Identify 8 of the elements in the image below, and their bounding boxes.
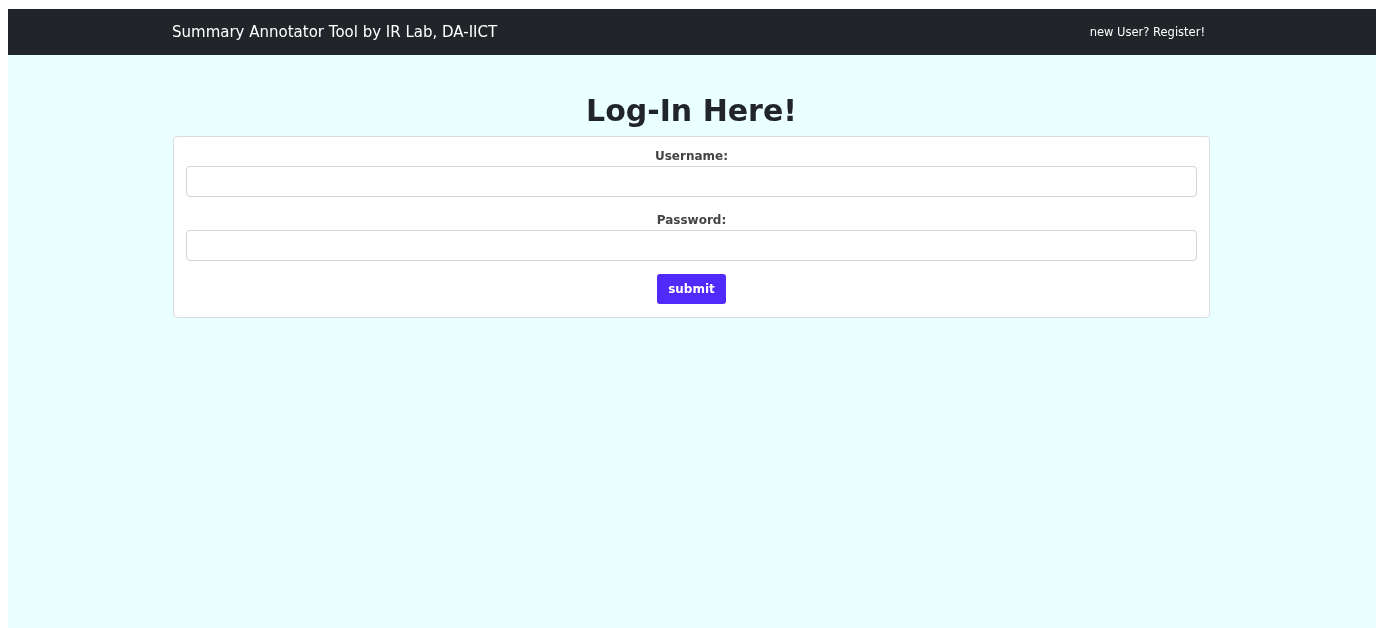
field-label: Password: — [656, 213, 727, 227]
username-field[interactable] — [186, 166, 1197, 197]
field-label: Username: — [655, 149, 728, 163]
brand-link[interactable]: Summary Annotator Tool by IR Lab, DA-IICT — [172, 23, 498, 41]
page-title: Log-In Here! — [586, 93, 797, 128]
register-link[interactable]: new User? Register! — [1089, 25, 1205, 39]
submit-button[interactable]: submit — [657, 274, 726, 304]
password-field[interactable] — [186, 230, 1197, 261]
